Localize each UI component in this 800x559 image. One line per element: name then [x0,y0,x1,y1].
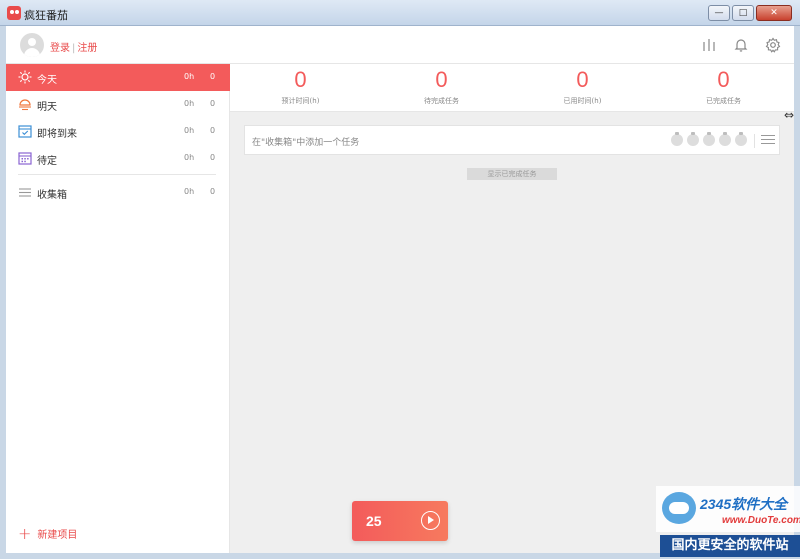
app-header: 登录 | 注册 [6,26,794,64]
sidebar-item-label: 待定 [37,156,57,167]
sidebar-item-label: 即将到来 [37,129,77,140]
sidebar-item-label: 明天 [37,102,57,113]
auth-links: 登录 | 注册 [50,39,97,54]
new-project-label: 新建项目 [37,530,78,541]
menu-icon[interactable] [761,135,775,147]
sidebar-item-hours: 0h [184,187,195,196]
watermark: 2345软件大全 www.DuoTe.com 国内更安全的软件站 [656,486,800,559]
sidebar-divider [18,174,216,175]
sidebar-item-hours: 0h [184,99,195,108]
stat-completed-tasks: 0 已完成任务 [653,64,794,106]
sidebar-item-upcoming[interactable]: 即将到来 0h 0 [6,118,230,145]
sidebar-item-today[interactable]: 今天 0h 0 [6,64,230,91]
show-completed-button[interactable]: 显示已完成任务 [467,168,557,180]
stat-caption: 已完成任务 [706,97,741,105]
bell-icon[interactable] [733,37,749,53]
list-icon [18,185,32,199]
stat-value: 0 [435,67,448,92]
sidebar-item-pending[interactable]: 待定 0h 0 [6,145,230,172]
sidebar-item-hours: 0h [184,126,195,135]
watermark-url: www.DuoTe.com [722,515,800,526]
login-link[interactable]: 登录 [50,43,70,54]
sidebar-item-tomorrow[interactable]: 明天 0h 0 [6,91,230,118]
sidebar-item-count: 0 [210,99,216,108]
calendar-check-icon [18,124,32,138]
stats-bar: 0 预计时间(h) 0 待完成任务 0 已用时间(h) 0 已完成任务 [230,64,794,112]
tomato-estimate [671,132,747,146]
stat-value: 0 [717,67,730,92]
sidebar: 今天 0h 0 明天 0h 0 即将到来 0h 0 待定 0h 0 收集箱 0h… [6,64,230,553]
input-divider [754,134,755,148]
window-title: 疯狂番茄 [24,9,68,22]
window-controls: — □ ✕ [708,5,792,21]
sidebar-item-count: 0 [210,187,216,196]
stat-value: 0 [294,67,307,92]
watermark-brand: 2345软件大全 [700,496,788,512]
tomato-icon[interactable] [671,132,683,146]
app-logo-icon [7,6,21,20]
tomato-icon[interactable] [719,132,731,146]
gear-icon[interactable] [765,37,781,53]
sidebar-item-label: 今天 [37,75,57,86]
stat-pending-tasks: 0 待完成任务 [371,64,512,106]
auth-separator: | [72,43,76,54]
add-task-input[interactable]: 在"收集箱"中添加一个任务 [244,125,780,155]
app-window: 登录 | 注册 今天 0h 0 明天 0h 0 即将到来 0h 0 待定 0h … [6,26,794,553]
statistics-icon[interactable] [701,37,717,53]
play-icon[interactable] [421,511,440,530]
tomato-icon[interactable] [687,132,699,146]
plus-icon: + [18,523,32,543]
stat-value: 0 [576,67,589,92]
new-project-button[interactable]: + 新建项目 [18,523,78,543]
sidebar-item-count: 0 [210,72,216,81]
register-link[interactable]: 注册 [77,43,97,54]
sidebar-item-hours: 0h [184,72,195,81]
sidebar-item-label: 收集箱 [37,190,67,201]
timer-value: 25 [366,513,382,529]
minimize-button[interactable]: — [708,5,730,21]
mascot-icon [662,492,696,524]
pomodoro-timer: 25 [352,501,448,541]
stat-estimated-time: 0 预计时间(h) [230,64,371,106]
stat-caption: 已用时间(h) [563,97,602,105]
calendar-icon [18,151,32,165]
avatar[interactable] [20,33,44,57]
tomato-icon[interactable] [735,132,747,146]
close-button[interactable]: ✕ [756,5,792,21]
sunset-icon [18,97,32,111]
sidebar-item-inbox[interactable]: 收集箱 0h 0 [6,179,230,206]
maximize-button[interactable]: □ [732,5,754,21]
sun-icon [18,70,32,84]
window-titlebar: 疯狂番茄 — □ ✕ [0,0,800,26]
main-panel: 0 预计时间(h) 0 待完成任务 0 已用时间(h) 0 已完成任务 在"收集… [230,64,794,553]
resize-cursor-icon: ⇔ [784,108,795,122]
stat-caption: 预计时间(h) [281,97,320,105]
watermark-slogan: 国内更安全的软件站 [660,535,800,557]
stat-used-time: 0 已用时间(h) [512,64,653,106]
sidebar-item-count: 0 [210,126,216,135]
sidebar-item-hours: 0h [184,153,195,162]
tomato-icon[interactable] [703,132,715,146]
add-task-placeholder: 在"收集箱"中添加一个任务 [252,138,360,148]
stat-caption: 待完成任务 [424,97,459,105]
sidebar-item-count: 0 [210,153,216,162]
